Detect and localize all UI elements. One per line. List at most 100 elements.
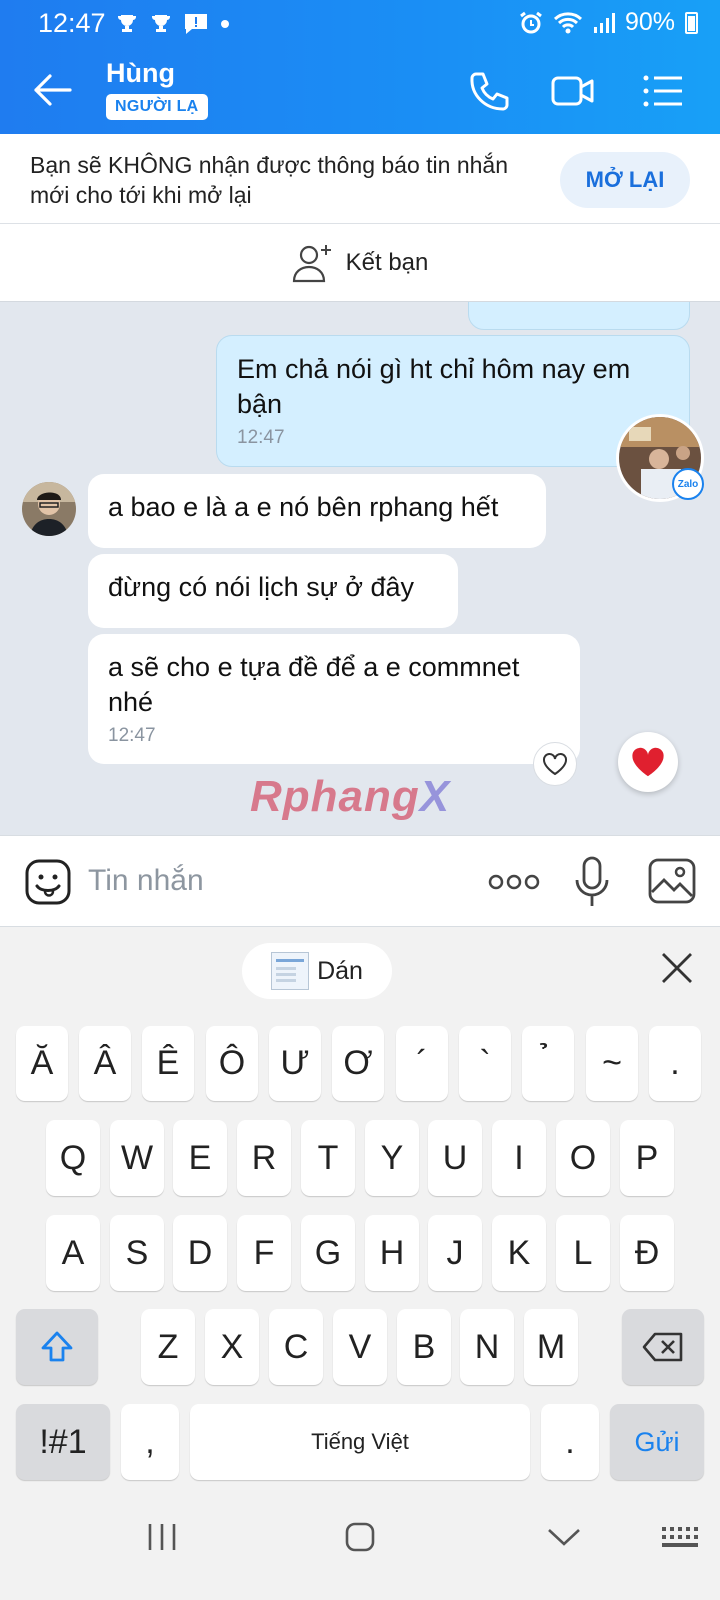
key-p[interactable]: P: [620, 1120, 674, 1196]
comma-key[interactable]: ,: [121, 1404, 179, 1480]
message-input[interactable]: Tin nhắn: [88, 864, 204, 898]
paste-label: Dán: [317, 956, 363, 985]
tone-key-tilde[interactable]: ~: [586, 1026, 638, 1101]
close-icon[interactable]: [660, 951, 694, 985]
chat-header: Hùng NGƯỜI LẠ: [0, 46, 720, 134]
add-friend-button[interactable]: Kết bạn: [0, 224, 720, 302]
key-k[interactable]: K: [492, 1215, 546, 1291]
keyboard: Ă Â Ê Ô Ư Ơ ´ ` ̉ ~ . Q W E R T Y U I O …: [0, 1009, 720, 1489]
key-y[interactable]: Y: [365, 1120, 419, 1196]
key-dd[interactable]: Đ: [620, 1215, 674, 1291]
contact-name[interactable]: Hùng: [106, 58, 175, 89]
battery-percent: 90%: [624, 8, 675, 36]
more-options-icon[interactable]: [488, 872, 540, 892]
top-bar: 12:47 90% Hùng NGƯỜI LẠ: [0, 0, 720, 134]
heart-filled-icon: [632, 747, 664, 777]
key[interactable]: Ê: [142, 1026, 194, 1101]
key[interactable]: Ă: [16, 1026, 68, 1101]
message-text: a bao e là a e nó bên rphang hết: [108, 492, 499, 522]
key-l[interactable]: L: [556, 1215, 610, 1291]
key[interactable]: Â: [79, 1026, 131, 1101]
tone-key-acute[interactable]: ´: [396, 1026, 448, 1101]
message-text: a sẽ cho e tựa đề để a e commnet nhé: [108, 652, 520, 717]
message-time: 12:47: [108, 725, 156, 746]
key-a[interactable]: A: [46, 1215, 100, 1291]
key-d[interactable]: D: [173, 1215, 227, 1291]
key-n[interactable]: N: [460, 1309, 514, 1385]
reopen-button[interactable]: MỞ LẠI: [560, 152, 690, 208]
key-q[interactable]: Q: [46, 1120, 100, 1196]
key-x[interactable]: X: [205, 1309, 259, 1385]
dot-icon: [221, 20, 229, 28]
tone-key-dot[interactable]: .: [649, 1026, 701, 1101]
quick-heart-reaction[interactable]: [618, 732, 678, 792]
avatar-photo: [22, 482, 76, 536]
heart-outline-icon: [543, 753, 567, 776]
muted-notice-text: Bạn sẽ KHÔNG nhận được thông báo tin nhắ…: [30, 152, 509, 208]
watermark: RphangX: [250, 772, 451, 821]
key-t[interactable]: T: [301, 1120, 355, 1196]
key-j[interactable]: J: [428, 1215, 482, 1291]
key-u[interactable]: U: [428, 1120, 482, 1196]
period-key[interactable]: .: [541, 1404, 599, 1480]
alarm-icon: [520, 11, 542, 33]
battery-icon: [685, 11, 698, 34]
microphone-icon[interactable]: [574, 856, 610, 908]
sender-avatar[interactable]: [22, 482, 76, 536]
phone-call-icon[interactable]: [466, 68, 512, 114]
add-user-icon: [292, 244, 331, 282]
key[interactable]: Ô: [206, 1026, 258, 1101]
key[interactable]: Ơ: [332, 1026, 384, 1101]
message-bubble-received[interactable]: đừng có nói lịch sự ở đây: [88, 554, 458, 628]
backspace-key[interactable]: [622, 1309, 704, 1385]
image-gallery-icon[interactable]: [648, 858, 696, 904]
sticker-emoji-icon[interactable]: [24, 858, 72, 906]
tone-key-hook[interactable]: ̉: [522, 1026, 574, 1101]
home-icon[interactable]: [344, 1521, 376, 1553]
status-time: 12:47: [38, 8, 106, 38]
key[interactable]: Ư: [269, 1026, 321, 1101]
key-i[interactable]: I: [492, 1120, 546, 1196]
message-bubble-partial: [468, 302, 690, 330]
key-z[interactable]: Z: [141, 1309, 195, 1385]
message-text: đừng có nói lịch sự ở đây: [108, 572, 415, 602]
key-b[interactable]: B: [397, 1309, 451, 1385]
message-bubble-received[interactable]: a bao e là a e nó bên rphang hết: [88, 474, 546, 548]
key-m[interactable]: M: [524, 1309, 578, 1385]
system-nav-bar: [0, 1489, 720, 1600]
paste-chip[interactable]: Dán: [242, 943, 392, 999]
back-chevron-icon[interactable]: [546, 1525, 582, 1549]
shift-key[interactable]: [16, 1309, 98, 1385]
key-c[interactable]: C: [269, 1309, 323, 1385]
react-heart-button[interactable]: [533, 742, 577, 786]
key-o[interactable]: O: [556, 1120, 610, 1196]
status-bar: 12:47 90%: [0, 0, 720, 46]
clipboard-thumbnail: [271, 952, 310, 990]
tone-key-grave[interactable]: `: [459, 1026, 511, 1101]
message-time: 12:47: [237, 427, 285, 448]
alert-message-icon: [185, 14, 207, 34]
send-key[interactable]: Gửi: [610, 1404, 704, 1480]
key-e[interactable]: E: [173, 1120, 227, 1196]
shift-arrow-icon: [41, 1331, 73, 1362]
symbols-key[interactable]: !#1: [16, 1404, 110, 1480]
recent-apps-icon[interactable]: [146, 1521, 178, 1553]
key-v[interactable]: V: [333, 1309, 387, 1385]
backspace-icon: [642, 1332, 683, 1362]
keyboard-toggle-icon[interactable]: [660, 1525, 700, 1551]
back-arrow-icon[interactable]: [32, 70, 72, 110]
message-list[interactable]: Em chả nói gì ht chỉ hôm nay em bận 12:4…: [0, 302, 720, 835]
key-w[interactable]: W: [110, 1120, 164, 1196]
key-s[interactable]: S: [110, 1215, 164, 1291]
key-r[interactable]: R: [237, 1120, 291, 1196]
zalo-badge: Zalo: [672, 468, 704, 500]
video-call-icon[interactable]: [550, 68, 596, 114]
key-f[interactable]: F: [237, 1215, 291, 1291]
key-g[interactable]: G: [301, 1215, 355, 1291]
space-key[interactable]: Tiếng Việt: [190, 1404, 530, 1480]
menu-list-icon[interactable]: [640, 68, 686, 114]
message-bubble-received[interactable]: a sẽ cho e tựa đề để a e commnet nhé 12:…: [88, 634, 580, 764]
key-h[interactable]: H: [365, 1215, 419, 1291]
message-composer: Tin nhắn: [0, 835, 720, 927]
muted-notice-banner: Bạn sẽ KHÔNG nhận được thông báo tin nhắ…: [0, 134, 720, 224]
